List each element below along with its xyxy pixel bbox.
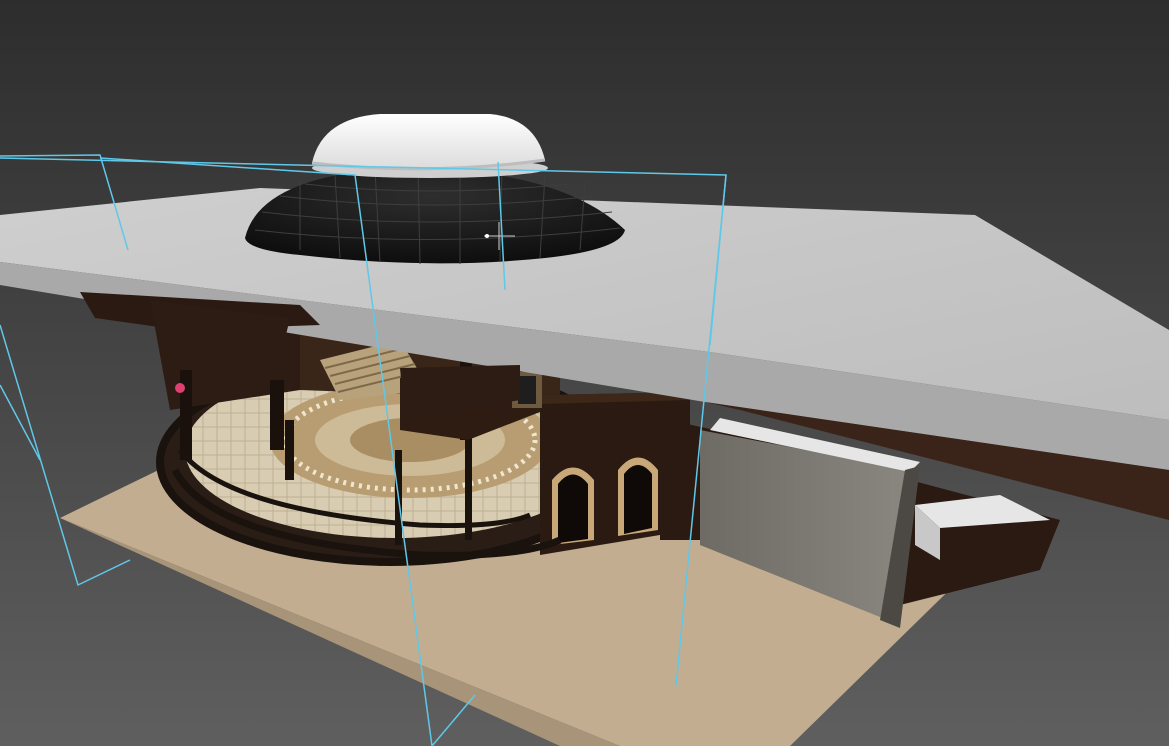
arched-doorway-right[interactable] (618, 457, 658, 537)
viewport-scene[interactable] (0, 0, 1169, 746)
flower-decor (175, 383, 185, 393)
skylight-cap[interactable] (311, 114, 546, 171)
3d-viewport[interactable] (0, 0, 1169, 746)
arched-doorway-left[interactable] (552, 467, 594, 546)
